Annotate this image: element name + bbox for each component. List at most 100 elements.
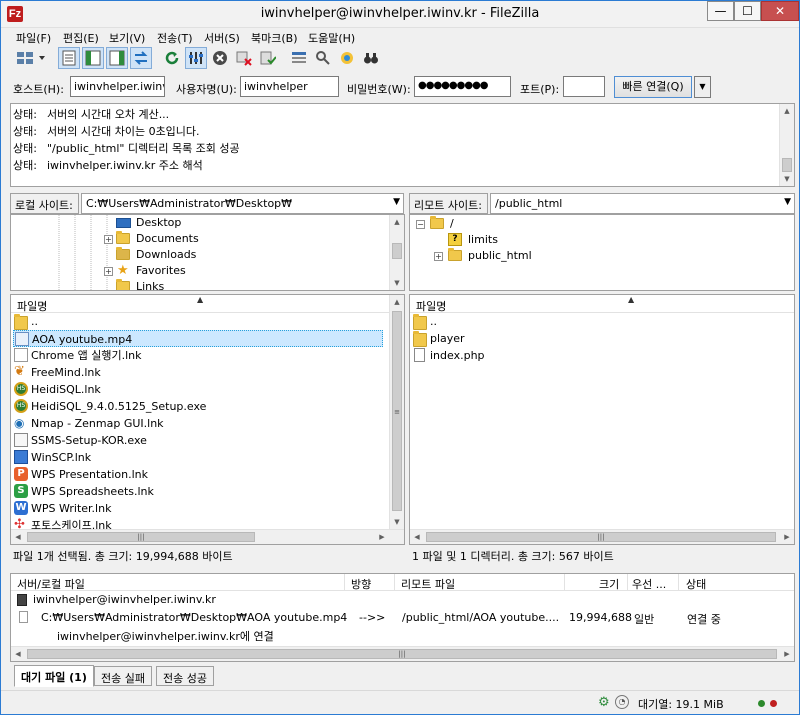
toggle-message-log-button[interactable]: [58, 47, 80, 69]
file-row[interactable]: P WPS Presentation.lnk: [13, 466, 383, 483]
file-row[interactable]: Chrome 앱 실행기.lnk: [13, 347, 383, 364]
file-row[interactable]: WinSCP.lnk: [13, 449, 383, 466]
queue-hscrollbar[interactable]: ◀ ||| ▶: [11, 646, 794, 661]
file-row[interactable]: SSMS-Setup-KOR.exe: [13, 432, 383, 449]
local-files-hscrollbar[interactable]: ◀ ||| ▶: [11, 529, 404, 544]
file-row-selected[interactable]: AOA youtube.mp4: [13, 330, 383, 347]
quickconnect-history-dropdown[interactable]: ▼: [694, 76, 711, 98]
directory-filter-button[interactable]: [288, 47, 310, 69]
collapse-icon[interactable]: −: [416, 220, 425, 229]
file-row[interactable]: ..: [13, 313, 383, 330]
expand-icon[interactable]: +: [104, 267, 113, 276]
scroll-down-icon[interactable]: ▼: [390, 515, 404, 529]
file-row[interactable]: W WPS Writer.lnk: [13, 500, 383, 517]
menu-file[interactable]: 파일(F): [16, 30, 51, 46]
cancel-operation-button[interactable]: [209, 47, 231, 69]
menu-transfer[interactable]: 전송(T): [157, 30, 193, 46]
file-row[interactable]: ❦ FreeMind.lnk: [13, 364, 383, 381]
column-status[interactable]: 상태: [686, 576, 706, 592]
scroll-right-icon[interactable]: ▶: [780, 530, 794, 544]
site-manager-button[interactable]: [13, 47, 47, 69]
tab-queued-files[interactable]: 대기 파일 (1): [14, 665, 94, 687]
port-input[interactable]: [563, 76, 605, 97]
column-filename[interactable]: 파일명: [17, 298, 47, 314]
process-queue-icon: [189, 52, 203, 64]
scroll-down-icon[interactable]: ▼: [780, 172, 794, 186]
reconnect-button[interactable]: [257, 47, 279, 69]
scroll-up-icon[interactable]: ▲: [780, 104, 794, 118]
process-queue-button[interactable]: [185, 47, 207, 69]
file-row[interactable]: index.php: [412, 347, 782, 364]
file-row[interactable]: ..: [412, 313, 782, 330]
local-files-vscrollbar[interactable]: ▲ ≡ ▼: [389, 295, 404, 529]
scroll-thumb[interactable]: |||: [27, 649, 777, 659]
local-file-list[interactable]: 파일명 ▲ .. AOA youtube.mp4 Chrome 앱 실행기.ln…: [10, 294, 405, 545]
scroll-left-icon[interactable]: ◀: [11, 530, 25, 544]
find-files-button[interactable]: [360, 47, 382, 69]
maximize-button[interactable]: ☐: [734, 1, 761, 21]
username-input[interactable]: iwinvhelper: [240, 76, 339, 97]
chevron-down-icon[interactable]: ▼: [393, 197, 400, 207]
local-directory-tree[interactable]: Desktop + Documents Downloads + ★ Favori…: [10, 214, 405, 291]
file-row[interactable]: player: [412, 330, 782, 347]
local-tree-scrollbar[interactable]: ▲ ▼: [389, 215, 404, 290]
scroll-down-icon[interactable]: ▼: [390, 276, 404, 290]
menu-view[interactable]: 보기(V): [109, 30, 145, 46]
password-input[interactable]: ●●●●●●●●●: [414, 76, 511, 97]
local-path-combo[interactable]: C:₩Users₩Administrator₩Desktop₩ ▼: [81, 193, 404, 214]
column-priority[interactable]: 우선 ...: [632, 576, 666, 592]
file-row[interactable]: S WPS Spreadsheets.lnk: [13, 483, 383, 500]
remote-path-combo[interactable]: /public_html ▼: [490, 193, 795, 214]
scroll-thumb[interactable]: |||: [426, 532, 776, 542]
scroll-thumb[interactable]: [782, 158, 792, 172]
dir-compare-button[interactable]: [312, 47, 334, 69]
column-direction[interactable]: 방향: [351, 576, 371, 592]
scroll-left-icon[interactable]: ◀: [410, 530, 424, 544]
speed-limit-icon[interactable]: ◔: [615, 695, 629, 709]
disconnect-button[interactable]: [233, 47, 255, 69]
remote-directory-tree[interactable]: − / ? limits + public_html: [409, 214, 795, 291]
file-row[interactable]: ◉ Nmap - Zenmap GUI.lnk: [13, 415, 383, 432]
column-filename[interactable]: 파일명: [416, 298, 446, 314]
toggle-queue-button[interactable]: [130, 47, 152, 69]
transfer-queue[interactable]: 서버/로컬 파일 방향 리모트 파일 크기 우선 ... 상태 iwinvhel…: [10, 573, 795, 662]
menu-bookmarks[interactable]: 북마크(B): [251, 30, 298, 46]
expand-icon[interactable]: +: [434, 252, 443, 261]
tab-failed-transfers[interactable]: 전송 실패: [94, 666, 152, 686]
tab-successful-transfers[interactable]: 전송 성공: [156, 666, 214, 686]
host-input[interactable]: iwinvhelper.iwinv.kr: [70, 76, 165, 97]
scroll-thumb[interactable]: ≡: [392, 311, 402, 511]
column-remote-file[interactable]: 리모트 파일: [401, 576, 455, 592]
minimize-button[interactable]: —: [707, 1, 734, 21]
log-scrollbar[interactable]: ▲ ▼: [779, 104, 794, 186]
menu-server[interactable]: 서버(S): [204, 30, 240, 46]
remote-file-list[interactable]: 파일명 ▲ .. player index.php ◀ ||| ▶: [409, 294, 795, 545]
chevron-down-icon[interactable]: ▼: [784, 197, 791, 207]
scroll-thumb[interactable]: |||: [27, 532, 255, 542]
scroll-right-icon[interactable]: ▶: [375, 530, 389, 544]
file-row[interactable]: HS HeidiSQL_9.4.0.5125_Setup.exe: [13, 398, 383, 415]
message-log[interactable]: 상태: 서버의 시간대 오차 계산... 상태: 서버의 시간대 차이는 0초입니다…: [10, 103, 795, 187]
toggle-local-tree-button[interactable]: [82, 47, 104, 69]
gear-icon[interactable]: ⚙: [598, 695, 610, 710]
sync-browsing-button[interactable]: [336, 47, 358, 69]
scroll-up-icon[interactable]: ▲: [390, 215, 404, 229]
refresh-button[interactable]: [161, 47, 183, 69]
queue-server-row[interactable]: iwinvhelper@iwinvhelper.iwinv.kr: [17, 593, 216, 606]
title-bar[interactable]: Fz iwinvhelper@iwinvhelper.iwinv.kr - Fi…: [1, 1, 799, 28]
toggle-remote-tree-button[interactable]: [106, 47, 128, 69]
scroll-thumb[interactable]: [392, 243, 402, 259]
expand-icon[interactable]: +: [104, 235, 113, 244]
menu-edit[interactable]: 편집(E): [63, 30, 99, 46]
file-row[interactable]: HS HeidiSQL.lnk: [13, 381, 383, 398]
scroll-up-icon[interactable]: ▲: [390, 295, 404, 309]
scroll-left-icon[interactable]: ◀: [11, 647, 25, 661]
menu-help[interactable]: 도움말(H): [308, 30, 355, 46]
close-button[interactable]: ✕: [761, 1, 799, 21]
column-size[interactable]: 크기: [599, 576, 619, 592]
queue-direction: -->>: [359, 611, 386, 624]
remote-files-hscrollbar[interactable]: ◀ ||| ▶: [410, 529, 794, 544]
column-server-local-file[interactable]: 서버/로컬 파일: [17, 576, 85, 592]
scroll-right-icon[interactable]: ▶: [780, 647, 794, 661]
quickconnect-button[interactable]: 빠른 연결(Q): [614, 76, 692, 98]
